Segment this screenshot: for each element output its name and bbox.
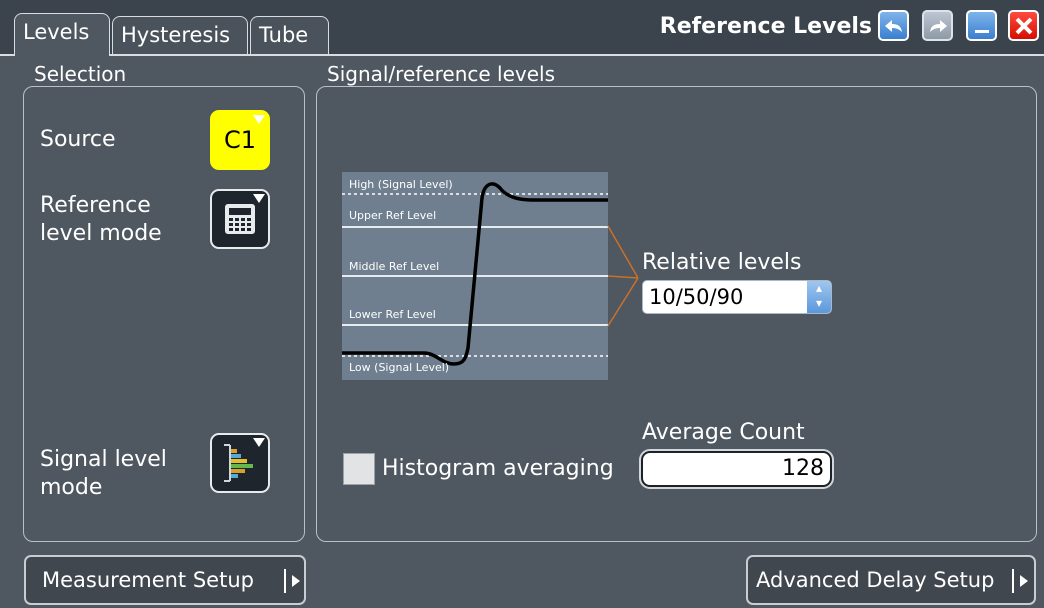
upper-ref-label: Upper Ref Level [349, 209, 437, 222]
spinner-arrows-icon: ▴ ▾ [807, 281, 831, 313]
tab-hysteresis[interactable]: Hysteresis [112, 16, 248, 54]
ref-level-mode-button[interactable] [210, 189, 270, 249]
tabs-baseline [0, 54, 1044, 56]
middle-ref-label: Middle Ref Level [349, 260, 440, 273]
average-count-input[interactable]: 128 [641, 451, 832, 487]
selection-title: Selection [34, 62, 127, 86]
relative-levels-value: 10/50/90 [649, 285, 744, 309]
undo-icon [884, 19, 902, 32]
close-icon [1015, 17, 1032, 34]
relative-levels-select[interactable]: 10/50/90 ▴ ▾ [642, 280, 832, 314]
redo-button[interactable] [922, 10, 953, 41]
window-title: Reference Levels [659, 14, 872, 39]
source-label: Source [40, 127, 116, 152]
measurement-setup-button[interactable]: Measurement Setup [24, 555, 306, 605]
tab-tube[interactable]: Tube [250, 16, 329, 54]
advanced-delay-setup-button[interactable]: Advanced Delay Setup [746, 555, 1036, 605]
average-count-label: Average Count [642, 420, 805, 445]
histogram-averaging-checkbox[interactable] [343, 453, 375, 485]
dropdown-arrow-icon [253, 438, 265, 447]
levels-title: Signal/reference levels [327, 62, 556, 86]
source-selector[interactable]: C1 [210, 110, 270, 170]
dropdown-arrow-icon [253, 194, 265, 203]
redo-icon [929, 19, 947, 32]
keypad-icon [225, 204, 255, 234]
separator [1012, 569, 1014, 593]
lower-ref-label: Lower Ref Level [349, 308, 436, 321]
high-level-label: High (Signal Level) [349, 178, 453, 191]
low-level-label: Low (Signal Level) [349, 361, 450, 374]
play-arrow-icon [1020, 575, 1028, 587]
relative-levels-label: Relative levels [642, 250, 802, 275]
source-value: C1 [223, 126, 257, 154]
signal-level-mode-label: Signal level mode [40, 447, 167, 500]
signal-level-mode-button[interactable] [210, 433, 270, 493]
minimize-icon [974, 29, 989, 33]
minimize-button[interactable] [966, 10, 997, 41]
ref-level-mode-label: Reference level mode [40, 193, 162, 246]
advanced-delay-setup-label: Advanced Delay Setup [756, 568, 995, 592]
measurement-setup-label: Measurement Setup [42, 568, 254, 592]
tab-levels[interactable]: Levels [14, 13, 110, 56]
reference-levels-diagram: High (Signal Level) Upper Ref Level Midd… [342, 172, 608, 380]
histogram-icon [224, 444, 253, 482]
play-arrow-icon [292, 575, 300, 587]
dropdown-arrow-icon [253, 115, 265, 124]
undo-button[interactable] [878, 10, 909, 41]
relative-levels-bracket [607, 225, 639, 327]
histogram-averaging-label: Histogram averaging [382, 456, 614, 481]
close-button[interactable] [1008, 10, 1039, 41]
separator [284, 569, 286, 593]
